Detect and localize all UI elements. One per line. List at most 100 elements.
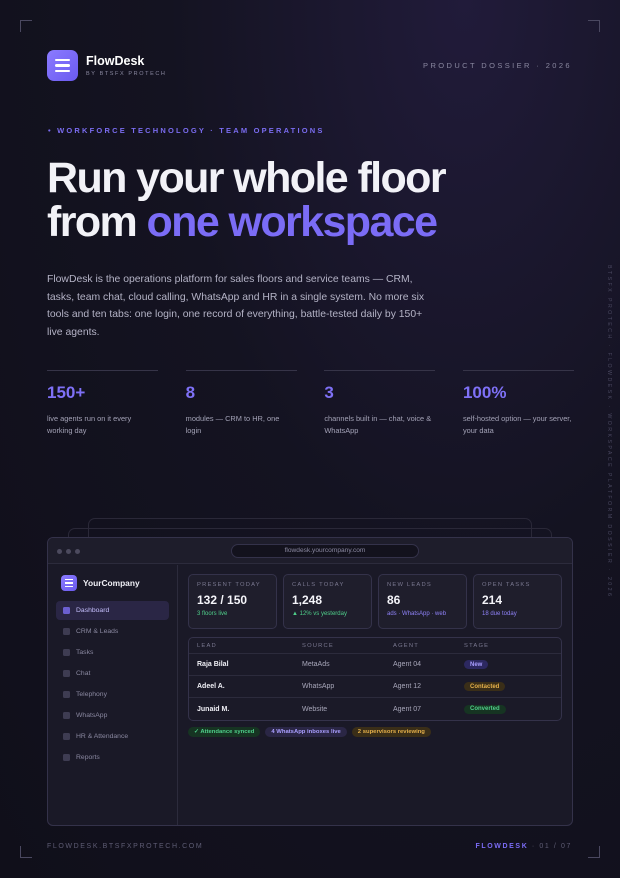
leads-table: LEAD SOURCE AGENT STAGE Raja Bilal MetaA… bbox=[188, 637, 562, 721]
dashboard-main: PRESENT TODAY 132 / 150 3 floors live CA… bbox=[188, 574, 562, 737]
app-sidebar: YourCompany Dashboard CRM & Leads Tasks … bbox=[48, 565, 178, 825]
lead-agent: Agent 12 bbox=[393, 683, 422, 690]
corner-mark-top-right bbox=[588, 20, 600, 32]
sidebar-item-hr[interactable]: HR & Attendance bbox=[56, 727, 169, 746]
stat-item: 150+ live agents run on it every working… bbox=[47, 370, 158, 437]
footer-brand: FLOWDESK bbox=[475, 843, 529, 850]
brand-subtitle: BY BTSFX PROTECH bbox=[86, 71, 167, 77]
table-header: LEAD SOURCE AGENT STAGE bbox=[189, 638, 561, 654]
brand-header: FlowDesk BY BTSFX PROTECH bbox=[47, 50, 167, 81]
status-tag: 2 supervisors reviewing bbox=[351, 727, 431, 737]
lead-name: Raja Bilal bbox=[197, 661, 229, 668]
sidebar-item-dashboard[interactable]: Dashboard bbox=[56, 601, 169, 620]
nav-square-icon bbox=[63, 628, 70, 635]
table-row[interactable]: Raja Bilal MetaAds Agent 04 New bbox=[189, 654, 561, 676]
sidebar-item-label: CRM & Leads bbox=[76, 628, 119, 635]
stat-item: 100% self-hosted option — your server, y… bbox=[462, 370, 574, 437]
nav-square-icon bbox=[63, 607, 70, 614]
corner-mark-bottom-left bbox=[20, 846, 32, 858]
stat-number: 8 bbox=[185, 383, 196, 402]
kpi-card-calls[interactable]: CALLS TODAY 1,248 ▲ 12% vs yesterday bbox=[283, 574, 372, 629]
app-mockup-window: flowdesk.yourcompany.com YourCompany Das… bbox=[47, 537, 573, 826]
eyebrow: • WORKFORCE TECHNOLOGY · TEAM OPERATIONS bbox=[48, 126, 325, 135]
kpi-sub: ads · WhatsApp · web bbox=[387, 611, 447, 617]
stat-label: live agents run on it every working day bbox=[47, 414, 132, 435]
nav-square-icon bbox=[63, 691, 70, 698]
kpi-label: NEW LEADS bbox=[387, 582, 432, 588]
kpi-sub: 3 floors live bbox=[197, 611, 228, 617]
column-header: SOURCE bbox=[302, 642, 335, 649]
kpi-value: 86 bbox=[387, 593, 401, 607]
stat-number: 100% bbox=[462, 383, 507, 402]
kpi-label: OPEN TASKS bbox=[482, 582, 531, 588]
kpi-value: 214 bbox=[482, 593, 503, 607]
company-header: YourCompany bbox=[61, 575, 169, 591]
sidebar-item-label: Chat bbox=[76, 670, 91, 677]
nav-square-icon bbox=[63, 733, 70, 740]
company-name: YourCompany bbox=[83, 578, 140, 588]
sidebar-item-telephony[interactable]: Telephony bbox=[56, 685, 169, 704]
vertical-side-text: BTSFX PROTECH · FLOWDESK · WORKSPACE PLA… bbox=[606, 265, 612, 599]
lead-agent: Agent 07 bbox=[393, 705, 422, 713]
sidebar-item-whatsapp[interactable]: WhatsApp bbox=[56, 706, 169, 725]
kpi-label: PRESENT TODAY bbox=[197, 582, 261, 588]
lead-name: Adeel A. bbox=[197, 683, 225, 690]
kpi-sub: ▲ 12% vs yesterday bbox=[292, 611, 347, 617]
column-header: LEAD bbox=[197, 642, 217, 649]
sidebar-item-reports[interactable]: Reports bbox=[56, 748, 169, 767]
kpi-value: 1,248 bbox=[292, 593, 323, 607]
nav-square-icon bbox=[63, 670, 70, 677]
dossier-label: PRODUCT DOSSIER · 2026 bbox=[423, 61, 572, 70]
stat-item: 3 channels built in — chat, voice & What… bbox=[324, 370, 436, 437]
stat-number: 3 bbox=[324, 383, 334, 402]
kpi-sub: 18 due today bbox=[482, 611, 517, 617]
kpi-value: 132 / 150 bbox=[197, 593, 248, 607]
headline-accent: one workspace bbox=[146, 198, 438, 246]
stage-badge: Contacted bbox=[464, 682, 506, 691]
sidebar-item-label: HR & Attendance bbox=[76, 733, 129, 740]
sidebar-item-label: Dashboard bbox=[76, 607, 110, 614]
lead-source: MetaAds bbox=[302, 661, 330, 668]
stack-lines-icon bbox=[47, 50, 78, 81]
stage-badge: Converted bbox=[464, 704, 506, 714]
stat-label: self-hosted option — your server, your d… bbox=[462, 414, 572, 435]
window-titlebar: flowdesk.yourcompany.com bbox=[48, 538, 572, 564]
sidebar-item-tasks[interactable]: Tasks bbox=[56, 643, 169, 662]
stat-label: modules — CRM to HR, one login bbox=[185, 414, 280, 435]
footer-page-number: · 01 / 07 bbox=[528, 843, 572, 850]
lead-name: Junaid M. bbox=[197, 705, 230, 713]
table-row[interactable]: Adeel A. WhatsApp Agent 12 Contacted bbox=[189, 676, 561, 698]
headline-line1: Run your whole floor bbox=[47, 154, 447, 202]
sidebar-item-label: Reports bbox=[76, 754, 100, 761]
sidebar-item-label: Tasks bbox=[76, 649, 94, 656]
headline: Run your whole floor from one workspace bbox=[47, 154, 447, 246]
nav-square-icon bbox=[63, 649, 70, 656]
stats-row: 150+ live agents run on it every working… bbox=[47, 370, 574, 437]
lede-paragraph: FlowDesk is the operations platform for … bbox=[47, 274, 425, 338]
kpi-card-present[interactable]: PRESENT TODAY 132 / 150 3 floors live bbox=[188, 574, 277, 629]
table-row[interactable]: Junaid M. Website Agent 07 Converted bbox=[189, 698, 561, 720]
sidebar-item-label: Telephony bbox=[76, 691, 107, 698]
footer-url: FLOWDESK.BTSFXPROTECH.COM bbox=[47, 843, 204, 850]
lead-source: WhatsApp bbox=[302, 683, 335, 690]
corner-mark-bottom-right bbox=[588, 846, 600, 858]
stack-lines-icon bbox=[61, 575, 77, 591]
headline-line2-plain: from bbox=[47, 198, 147, 246]
kpi-card-tasks[interactable]: OPEN TASKS 214 18 due today bbox=[473, 574, 562, 629]
kpi-card-leads[interactable]: NEW LEADS 86 ads · WhatsApp · web bbox=[378, 574, 467, 629]
stat-item: 8 modules — CRM to HR, one login bbox=[185, 370, 297, 437]
stat-label: channels built in — chat, voice & WhatsA… bbox=[324, 414, 432, 435]
window-controls bbox=[57, 549, 80, 554]
sidebar-item-crm[interactable]: CRM & Leads bbox=[56, 622, 169, 641]
column-header: AGENT bbox=[393, 642, 419, 649]
kpi-label: CALLS TODAY bbox=[292, 582, 345, 588]
status-tags: ✓ Attendance synced 4 WhatsApp inboxes l… bbox=[188, 727, 562, 737]
brand-name: FlowDesk bbox=[86, 54, 145, 68]
stage-badge: New bbox=[464, 660, 489, 669]
sidebar-item-label: WhatsApp bbox=[76, 712, 108, 719]
nav-square-icon bbox=[63, 712, 70, 719]
footer-page: FLOWDESK · 01 / 07 bbox=[476, 843, 573, 850]
stat-number: 150+ bbox=[47, 383, 86, 402]
sidebar-item-chat[interactable]: Chat bbox=[56, 664, 169, 683]
kpi-cards: PRESENT TODAY 132 / 150 3 floors live CA… bbox=[188, 574, 562, 629]
